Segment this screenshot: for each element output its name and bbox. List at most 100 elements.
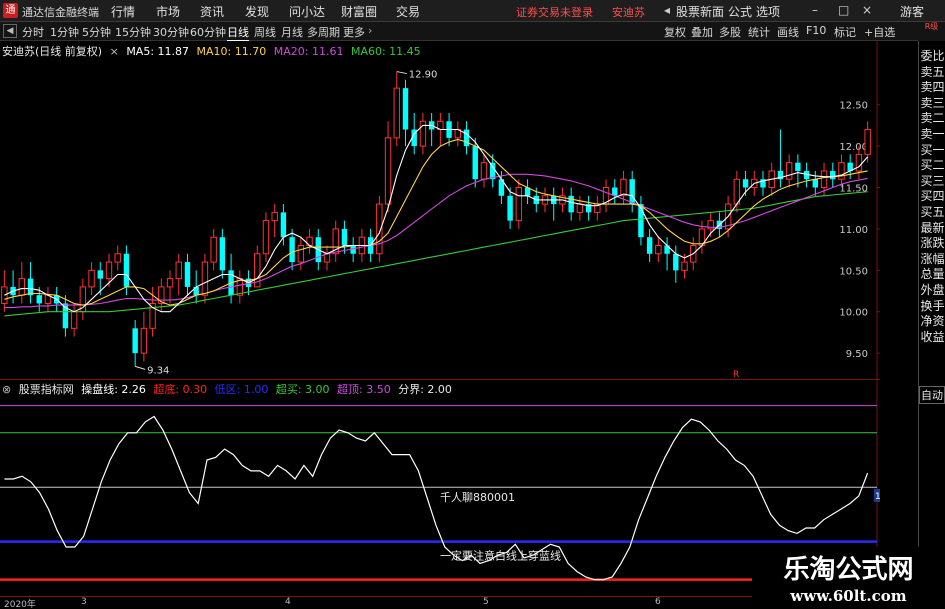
candlestick[interactable] xyxy=(236,270,244,304)
candlestick[interactable] xyxy=(132,320,138,367)
candlestick[interactable] xyxy=(454,121,462,147)
candlestick[interactable] xyxy=(210,228,217,271)
candlestick[interactable] xyxy=(184,253,191,296)
candlestick[interactable] xyxy=(341,220,348,254)
candlestick[interactable] xyxy=(27,262,34,304)
candlestick[interactable] xyxy=(638,195,644,246)
candlestick[interactable] xyxy=(79,278,87,321)
menu-stock[interactable]: 股票 xyxy=(676,3,700,20)
kline-chart-panel[interactable]: 12.50 12.00 11.50 11.00 10.50 10.00 9.50 12.90 9… xyxy=(0,41,880,380)
candlestick[interactable] xyxy=(297,237,305,271)
candlestick[interactable] xyxy=(332,220,339,263)
period-60min[interactable]: 60分钟 xyxy=(190,24,226,40)
menu-faxian[interactable]: 发现 xyxy=(245,3,269,20)
back-icon[interactable]: ◂ xyxy=(664,3,670,17)
candlestick[interactable] xyxy=(88,262,95,296)
candlestick[interactable] xyxy=(463,121,470,155)
candlestick[interactable] xyxy=(289,228,295,271)
auto-button[interactable]: 自动 xyxy=(919,386,945,404)
candlestick[interactable] xyxy=(201,253,209,304)
candlestick[interactable] xyxy=(612,179,618,205)
candlestick[interactable] xyxy=(323,245,331,271)
menu-hangqing[interactable]: 行情 xyxy=(111,3,135,20)
indicator-name[interactable]: 股票指标网 xyxy=(19,383,74,396)
period-monthly[interactable]: 月线 xyxy=(281,24,303,40)
ex-rights-marker[interactable]: R xyxy=(733,370,739,380)
candlestick[interactable] xyxy=(489,154,496,188)
period-1min[interactable]: 1分钟 xyxy=(50,24,79,40)
candlestick[interactable] xyxy=(507,187,513,229)
candlestick[interactable] xyxy=(105,253,113,287)
menu-caifuquan[interactable]: 财富圈 xyxy=(341,3,377,20)
period-weekly[interactable]: 周线 xyxy=(254,24,276,40)
menu-options[interactable]: 选项 xyxy=(756,3,780,20)
candlestick[interactable] xyxy=(568,187,574,221)
candlestick[interactable] xyxy=(271,204,278,238)
guest-label[interactable]: 游客 xyxy=(900,3,924,20)
menu-zixun[interactable]: 资讯 xyxy=(200,3,224,20)
candlestick[interactable] xyxy=(262,212,270,263)
more-chevron-icon[interactable]: › xyxy=(368,24,372,37)
candlestick[interactable] xyxy=(114,245,121,271)
candlestick[interactable] xyxy=(760,170,766,196)
candlestick[interactable] xyxy=(664,237,670,271)
indicator-chart-panel[interactable]: 3.503.002.501.501.84千人聊880001一定要注意白线上穿蓝线… xyxy=(0,380,880,598)
btn-f10[interactable]: F10 xyxy=(806,24,826,37)
period-5min[interactable]: 5分钟 xyxy=(82,24,111,40)
btn-overlay[interactable]: 叠加 xyxy=(691,24,713,40)
candlestick[interactable] xyxy=(219,228,226,279)
indicator-close-icon[interactable]: ⊗ xyxy=(2,383,11,396)
btn-mark[interactable]: 标记 xyxy=(834,24,856,40)
candlestick[interactable] xyxy=(97,262,103,296)
back-arrow-icon[interactable]: ◀ xyxy=(3,24,17,38)
candlestick[interactable] xyxy=(629,170,635,213)
candlestick[interactable] xyxy=(785,154,793,188)
period-more[interactable]: 更多 xyxy=(343,24,365,40)
candlestick[interactable] xyxy=(44,286,52,312)
candlestick[interactable] xyxy=(655,237,662,263)
candlestick[interactable] xyxy=(18,262,26,304)
candlestick[interactable] xyxy=(515,179,523,229)
candlestick[interactable] xyxy=(402,79,409,147)
legend-close-icon[interactable]: × xyxy=(110,45,119,58)
candlestick[interactable] xyxy=(864,121,871,163)
menu-wenxiaoda[interactable]: 问小达 xyxy=(289,3,325,20)
candlestick[interactable] xyxy=(10,270,16,304)
candlestick[interactable] xyxy=(576,195,584,221)
candlestick[interactable] xyxy=(594,195,601,221)
btn-draw[interactable]: 画线 xyxy=(777,24,799,40)
candlestick[interactable] xyxy=(480,154,488,188)
btn-multi-stock[interactable]: 多股 xyxy=(719,24,741,40)
candlestick[interactable] xyxy=(830,162,836,188)
candlestick[interactable] xyxy=(847,154,853,180)
period-fenshi[interactable]: 分时 xyxy=(22,24,44,40)
candlestick[interactable] xyxy=(602,179,610,213)
candlestick[interactable] xyxy=(393,71,400,147)
candlestick[interactable] xyxy=(175,253,182,296)
candlestick[interactable] xyxy=(140,311,148,362)
candlestick[interactable] xyxy=(166,270,174,304)
menu-shichang[interactable]: 市场 xyxy=(156,3,180,20)
minimize-icon[interactable]: – xyxy=(812,3,818,17)
menu-formula[interactable]: 公式 xyxy=(728,3,752,20)
login-warning[interactable]: 证券交易未登录 xyxy=(516,4,593,20)
candlestick[interactable] xyxy=(70,303,78,337)
maximize-icon[interactable]: □ xyxy=(838,3,849,17)
candlestick[interactable] xyxy=(1,270,8,312)
period-15min[interactable]: 15分钟 xyxy=(115,24,151,40)
candlestick[interactable] xyxy=(812,170,819,196)
btn-add-watchlist[interactable]: +自选 xyxy=(864,24,895,40)
menu-jiaoyi[interactable]: 交易 xyxy=(396,3,420,20)
candlestick[interactable] xyxy=(646,228,653,263)
btn-fuquan[interactable]: 复权 xyxy=(664,24,686,40)
period-multi[interactable]: 多周期 xyxy=(307,24,340,40)
close-icon[interactable]: × xyxy=(862,3,872,17)
candlestick[interactable] xyxy=(306,228,313,254)
candlestick[interactable] xyxy=(551,187,557,221)
menu-new-panel[interactable]: 新面 xyxy=(700,3,724,20)
period-daily[interactable]: 日线 xyxy=(227,24,249,41)
candlestick[interactable] xyxy=(585,195,592,221)
period-30min[interactable]: 30分钟 xyxy=(153,24,189,40)
candlestick[interactable] xyxy=(419,112,427,155)
btn-stats[interactable]: 统计 xyxy=(748,24,770,40)
